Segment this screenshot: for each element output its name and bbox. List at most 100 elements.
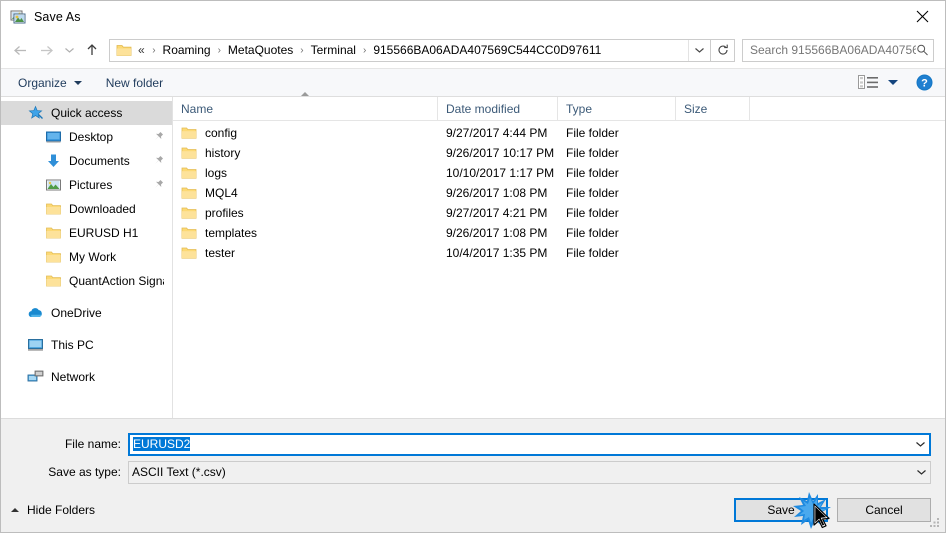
column-label: Name <box>181 101 214 116</box>
star-pin-icon <box>27 105 44 121</box>
table-row[interactable]: profiles 9/27/2017 4:21 PM File folder <box>173 203 945 223</box>
save-as-type-select[interactable]: ASCII Text (*.csv) <box>128 460 931 484</box>
help-button[interactable]: ? <box>916 74 933 91</box>
search-input[interactable]: Search 915566BA06ADA40756... <box>750 43 916 57</box>
title-bar: Save As <box>1 1 945 32</box>
table-row[interactable]: MQL4 9/26/2017 1:08 PM File folder <box>173 183 945 203</box>
photo-icon <box>10 9 26 25</box>
svg-text:?: ? <box>921 78 928 90</box>
file-name-input[interactable]: EURUSD2 <box>128 432 931 456</box>
sidebar-item-downloaded[interactable]: Downloaded <box>1 197 172 221</box>
recent-locations-button[interactable] <box>59 37 79 63</box>
organize-button[interactable]: Organize <box>18 76 82 90</box>
column-header-name[interactable]: Name <box>173 97 438 120</box>
table-row[interactable]: logs 10/10/2017 1:17 PM File folder <box>173 163 945 183</box>
up-arrow-icon <box>87 44 97 55</box>
cancel-button[interactable]: Cancel <box>837 498 931 522</box>
breadcrumb-item-roaming[interactable]: Roaming <box>162 43 212 57</box>
sidebar-item-eurusd-h1[interactable]: EURUSD H1 <box>1 221 172 245</box>
folder-icon <box>45 225 62 241</box>
sidebar-item-documents[interactable]: Documents <box>1 149 172 173</box>
pin-icon[interactable] <box>153 155 164 167</box>
breadcrumb-dropdown-button[interactable] <box>688 39 710 61</box>
folder-icon <box>181 186 197 200</box>
sidebar-item-this-pc[interactable]: This PC <box>1 333 172 357</box>
hide-folders-button[interactable]: Hide Folders <box>11 503 95 517</box>
cell-size <box>676 203 750 223</box>
cell-name: profiles <box>173 203 438 223</box>
pin-icon[interactable] <box>153 179 164 191</box>
chevron-down-icon <box>916 470 926 475</box>
onedrive-cloud-icon <box>27 305 44 321</box>
folder-icon <box>45 273 62 289</box>
change-view-button[interactable] <box>858 75 898 90</box>
breadcrumb-item-terminal[interactable]: Terminal <box>310 43 357 57</box>
cell-name: config <box>173 123 438 143</box>
cell-type: File folder <box>566 226 619 240</box>
search-icon <box>917 44 928 56</box>
breadcrumb-item-terminal-id[interactable]: 915566BA06ADA407569C544CC0D97611 <box>372 43 602 57</box>
cell-size <box>676 243 750 263</box>
cell-date-modified: 9/26/2017 10:17 PM <box>446 146 555 160</box>
sidebar-item-onedrive[interactable]: OneDrive <box>1 301 172 325</box>
chevron-up-icon <box>11 508 19 512</box>
cell-type: File folder <box>566 166 619 180</box>
chevron-down-icon <box>695 48 704 53</box>
file-name: config <box>205 126 238 140</box>
file-name-dropdown-button[interactable] <box>911 435 929 454</box>
cancel-label: Cancel <box>865 503 903 517</box>
sidebar-item-label: This PC <box>51 338 94 352</box>
sidebar-item-label: Pictures <box>69 178 113 192</box>
sidebar-item-quantaction-signal[interactable]: QuantAction Signal <box>1 269 172 293</box>
column-header-date-modified[interactable]: Date modified <box>438 97 558 120</box>
breadcrumb-separator: › <box>300 44 304 56</box>
chevron-down-icon <box>73 80 82 85</box>
sidebar-item-network[interactable]: Network <box>1 365 172 389</box>
breadcrumb-separator: › <box>152 44 156 56</box>
file-name: MQL4 <box>205 186 238 200</box>
desktop-icon <box>45 129 62 145</box>
network-icon <box>27 369 44 385</box>
sidebar-item-label: EURUSD H1 <box>69 226 139 240</box>
table-row[interactable]: templates 9/26/2017 1:08 PM File folder <box>173 223 945 243</box>
window-title: Save As <box>34 9 81 24</box>
table-row[interactable]: config 9/27/2017 4:44 PM File folder <box>173 123 945 143</box>
address-bar-row: « › Roaming › MetaQuotes › Terminal › 91… <box>1 32 945 68</box>
file-name: templates <box>205 226 258 240</box>
breadcrumb-item-metaquotes[interactable]: MetaQuotes <box>227 43 294 57</box>
sidebar-item-desktop[interactable]: Desktop <box>1 125 172 149</box>
save-as-type-label: Save as type: <box>48 465 121 479</box>
save-form: File name: EURUSD2 Save as type: ASCII T… <box>1 418 945 488</box>
dialog-footer: Hide Folders Save Cancel <box>1 488 945 532</box>
refresh-icon <box>717 44 728 55</box>
cell-type: File folder <box>566 206 619 220</box>
breadcrumb-overflow[interactable]: « <box>137 43 146 57</box>
search-box[interactable]: Search 915566BA06ADA40756... <box>742 38 934 62</box>
breadcrumb-separator: › <box>362 44 367 56</box>
table-row[interactable]: history 9/26/2017 10:17 PM File folder <box>173 143 945 163</box>
cell-name: logs <box>173 163 438 183</box>
cell-name: history <box>173 143 438 163</box>
pin-icon[interactable] <box>153 131 164 143</box>
sidebar-item-my-work[interactable]: My Work <box>1 245 172 269</box>
new-folder-button[interactable]: New folder <box>106 76 163 90</box>
sidebar-item-quick-access[interactable]: Quick access <box>1 101 172 125</box>
forward-button[interactable] <box>33 37 59 63</box>
save-button[interactable]: Save <box>734 498 828 522</box>
breadcrumb-bar[interactable]: « › Roaming › MetaQuotes › Terminal › 91… <box>109 38 711 62</box>
close-button[interactable] <box>899 1 945 31</box>
up-button[interactable] <box>79 37 105 63</box>
save-as-type-dropdown-button[interactable] <box>912 462 930 483</box>
refresh-button[interactable] <box>711 38 735 62</box>
column-header-type[interactable]: Type <box>558 97 676 120</box>
table-row[interactable]: tester 10/4/2017 1:35 PM File folder <box>173 243 945 263</box>
chevron-down-icon <box>915 442 925 447</box>
back-button[interactable] <box>7 37 33 63</box>
chevron-down-icon <box>888 80 898 85</box>
sidebar-item-pictures[interactable]: Pictures <box>1 173 172 197</box>
file-name: tester <box>205 246 236 260</box>
resize-grip-icon[interactable] <box>929 517 941 529</box>
column-header-size[interactable]: Size <box>676 97 750 120</box>
file-name: profiles <box>205 206 244 220</box>
